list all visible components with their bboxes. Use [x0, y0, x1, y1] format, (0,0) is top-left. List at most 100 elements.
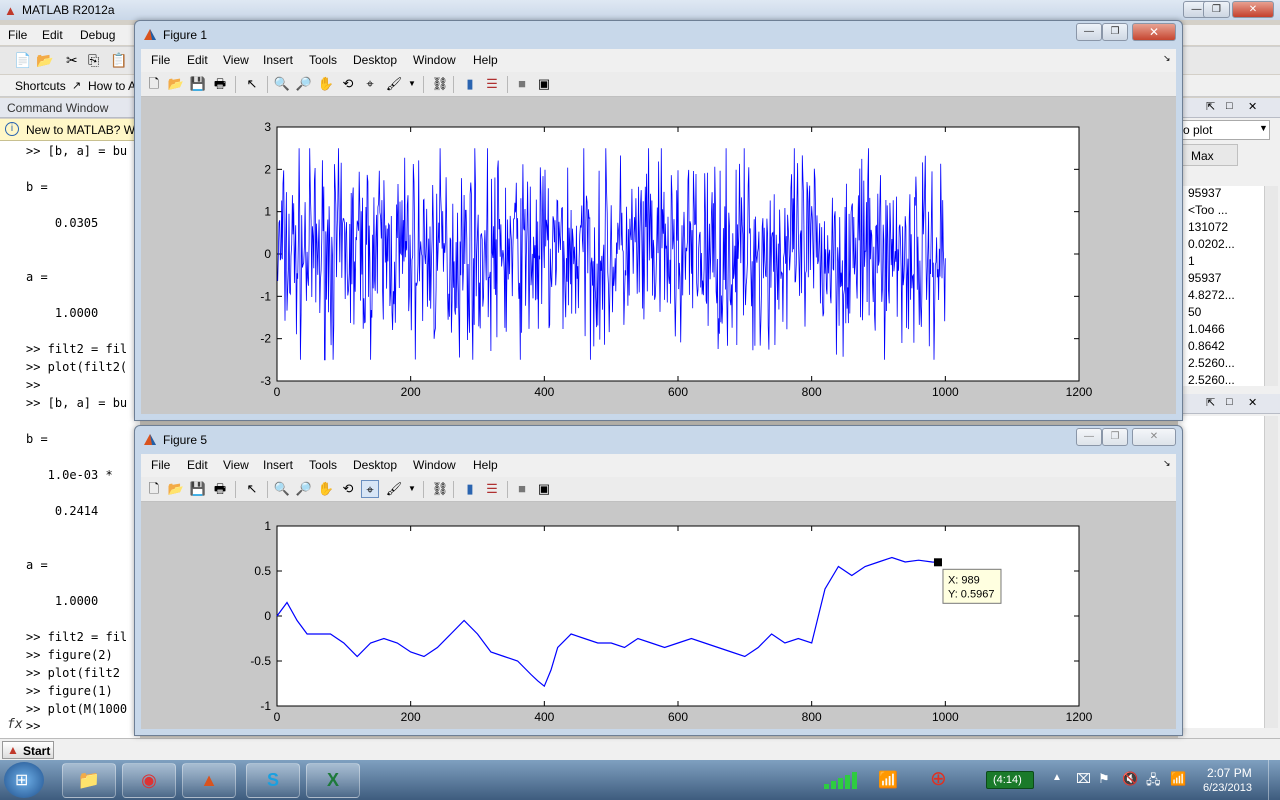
hide-plot-tools-icon[interactable]: ■	[513, 480, 531, 498]
main-menu-edit[interactable]: Edit	[42, 28, 63, 42]
fx-icon[interactable]: fx	[7, 717, 23, 732]
dock-arrow-icon[interactable]: ↘	[1163, 53, 1171, 64]
show-plot-tools-icon[interactable]: ▣	[535, 75, 553, 93]
undock-icon[interactable]: ⇱	[1206, 396, 1215, 409]
link-plot-icon[interactable]: ⛓	[431, 480, 449, 498]
main-menu-file[interactable]: File	[8, 28, 27, 42]
close-panel-icon[interactable]: ✕	[1248, 396, 1257, 409]
column-header-max[interactable]: Max	[1178, 144, 1238, 166]
action-center-flag-icon[interactable]: ⚑	[1098, 771, 1110, 787]
figure5-close-button[interactable]: ✕	[1132, 428, 1176, 446]
datatip-marker[interactable]	[933, 558, 942, 567]
figure5-maximize-button[interactable]: ❐	[1102, 428, 1128, 446]
copy-icon[interactable]: ⎘	[88, 52, 99, 69]
figure5-menu-help[interactable]: Help	[473, 458, 498, 472]
command-prompt-bar[interactable]: fx >>	[0, 716, 140, 738]
rotate-3d-icon[interactable]: ⟲	[339, 75, 357, 93]
close-panel-icon[interactable]: ✕	[1248, 100, 1257, 113]
howto-link[interactable]: How to A	[88, 79, 136, 93]
main-menu-debug[interactable]: Debug	[80, 28, 115, 42]
taskbar-explorer[interactable]: 📁	[62, 763, 116, 798]
open-folder-icon[interactable]: 📂	[36, 52, 53, 69]
figure5-titlebar[interactable]: Figure 5 — ❐ ✕	[135, 426, 1182, 454]
figure1-menu-window[interactable]: Window	[413, 53, 456, 67]
figure1-menu-insert[interactable]: Insert	[263, 53, 293, 67]
plot-selector-dropdown[interactable]: o plot ▼	[1178, 120, 1270, 140]
pan-hand-icon[interactable]: ✋	[317, 75, 335, 93]
maximize-panel-icon[interactable]: □	[1226, 100, 1233, 112]
figure1-menu-help[interactable]: Help	[473, 53, 498, 67]
brush-dropdown-icon[interactable]: ▼	[403, 480, 421, 498]
figure1-menu-desktop[interactable]: Desktop	[353, 53, 397, 67]
info-text[interactable]: New to MATLAB? W	[26, 123, 135, 137]
network-icon[interactable]: 🖧	[1146, 771, 1161, 793]
wireless-icon[interactable]: 📶	[878, 770, 898, 790]
zoom-out-icon[interactable]: 🔎	[295, 75, 313, 93]
edit-plot-arrow-icon[interactable]: ↖	[243, 75, 261, 93]
command-window-area[interactable]: >> [b, a] = bu b = 0.0305 a = 1.0000 >> fil…	[0, 141, 140, 738]
brush-icon[interactable]: 🖌	[385, 480, 403, 498]
cut-icon[interactable]: ✂	[66, 52, 78, 69]
colorbar-icon[interactable]: ▮	[461, 480, 479, 498]
chevron-down-icon[interactable]: ▼	[1259, 123, 1268, 133]
figure1-menu-view[interactable]: View	[223, 53, 249, 67]
figure1-plot[interactable]: 0 200 400 600 800 1000 1200 -3 -2 -1 0 1 2 3	[141, 97, 1178, 416]
pan-hand-icon[interactable]: ✋	[317, 480, 335, 498]
clock-time[interactable]: 2:07 PM	[1207, 766, 1252, 780]
figure5-minimize-button[interactable]: —	[1076, 428, 1102, 446]
main-close-button[interactable]: ✕	[1232, 1, 1274, 18]
usb-icon[interactable]: ⌧	[1076, 771, 1091, 787]
command-prompt[interactable]: >>	[26, 719, 40, 733]
signal-strength-icon[interactable]	[822, 770, 866, 790]
maximize-panel-icon[interactable]: □	[1226, 396, 1233, 408]
figure1-menu-edit[interactable]: Edit	[187, 53, 208, 67]
save-icon[interactable]: 💾	[189, 480, 207, 498]
new-figure-icon[interactable]: 🗋	[145, 480, 163, 498]
figure5-menu-tools[interactable]: Tools	[309, 458, 337, 472]
show-desktop-button[interactable]	[1268, 760, 1280, 800]
link-plot-icon[interactable]: ⛓	[431, 75, 449, 93]
battery-indicator[interactable]: (4:14)	[986, 771, 1034, 789]
legend-icon[interactable]: ☰	[483, 75, 501, 93]
zoom-in-icon[interactable]: 🔍	[273, 75, 291, 93]
start-button[interactable]: ▲ Start	[2, 741, 54, 759]
show-plot-tools-icon[interactable]: ▣	[535, 480, 553, 498]
figure1-titlebar[interactable]: Figure 1 — ❐ ✕	[135, 21, 1182, 49]
colorbar-icon[interactable]: ▮	[461, 75, 479, 93]
figure1-menu-file[interactable]: File	[151, 53, 170, 67]
figure1-menu-tools[interactable]: Tools	[309, 53, 337, 67]
data-cursor-icon[interactable]: ⌖	[361, 75, 379, 93]
taskbar-skype[interactable]: S	[246, 763, 300, 798]
paste-icon[interactable]: 📋	[110, 52, 127, 69]
figure5-menu-view[interactable]: View	[223, 458, 249, 472]
save-icon[interactable]: 💾	[189, 75, 207, 93]
figure5-menu-edit[interactable]: Edit	[187, 458, 208, 472]
workspace-scrollbar[interactable]	[1264, 186, 1278, 386]
figure5-menu-window[interactable]: Window	[413, 458, 456, 472]
figure1-minimize-button[interactable]: —	[1076, 23, 1102, 41]
figure1-maximize-button[interactable]: ❐	[1102, 23, 1128, 41]
dock-arrow-icon[interactable]: ↘	[1163, 458, 1171, 469]
figure5-plot[interactable]: 0 200 400 600 800 1000 1200 -1 -0.5 0 0.5 1 X: 989 Y:…	[141, 502, 1178, 731]
print-icon[interactable]: 🖶	[211, 75, 229, 93]
edit-plot-arrow-icon[interactable]: ↖	[243, 480, 261, 498]
brush-icon[interactable]: 🖌	[385, 75, 403, 93]
data-cursor-icon[interactable]: ⌖	[361, 480, 379, 498]
new-file-icon[interactable]: 📄	[14, 52, 31, 69]
zoom-in-icon[interactable]: 🔍	[273, 480, 291, 498]
clock-date[interactable]: 6/23/2013	[1203, 782, 1252, 794]
figure5-menu-desktop[interactable]: Desktop	[353, 458, 397, 472]
undock-icon[interactable]: ⇱	[1206, 100, 1215, 113]
history-scrollbar[interactable]	[1264, 416, 1278, 728]
hide-plot-tools-icon[interactable]: ■	[513, 75, 531, 93]
signal-tray-icon[interactable]: 📶	[1170, 771, 1186, 787]
windows-start-orb[interactable]: ⊞	[4, 762, 44, 798]
taskbar-matlab[interactable]: ▲	[182, 763, 236, 798]
taskbar-excel[interactable]: X	[306, 763, 360, 798]
volume-icon[interactable]: 🔇	[1122, 771, 1138, 787]
open-file-icon[interactable]: 📂	[167, 480, 185, 498]
datatip-box[interactable]: X: 989 Y: 0.5967	[942, 568, 1002, 604]
show-hidden-icons[interactable]: ▲	[1052, 772, 1062, 783]
figure1-close-button[interactable]: ✕	[1132, 23, 1176, 41]
brush-dropdown-icon[interactable]: ▼	[403, 75, 421, 93]
